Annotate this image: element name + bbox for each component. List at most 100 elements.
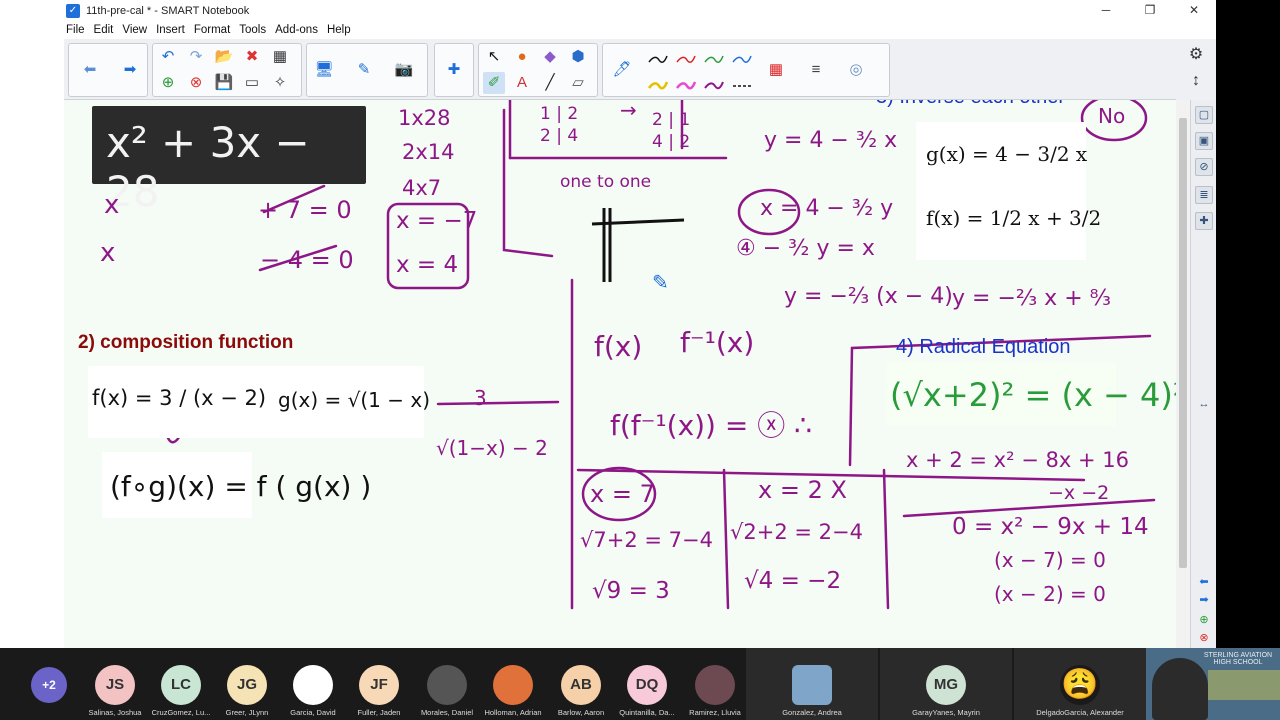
whiteboard-canvas[interactable]: x² + 3x − 28 1x28 2x14 4x7 x x + 7 = 0 −… — [64, 100, 1176, 648]
add-ons-tab-icon[interactable]: ✚ — [1195, 212, 1213, 230]
inverse-step-5: y = −²⁄₃ x + ⁸⁄₃ — [952, 286, 1111, 311]
table-icon[interactable]: ▦ — [269, 46, 291, 68]
next-page-icon[interactable]: ➡ — [1195, 592, 1213, 610]
pen-style-red[interactable] — [675, 48, 697, 70]
page-sorter-icon[interactable]: ▢ — [1195, 106, 1213, 124]
undo-icon[interactable]: ↶ — [157, 46, 179, 68]
menu-edit[interactable]: Edit — [94, 24, 114, 36]
fill-icon[interactable]: ● — [511, 46, 533, 68]
participant-avatar: LC — [161, 665, 201, 705]
equation-image[interactable]: x² + 3x − 28 — [92, 106, 366, 216]
gear-icon[interactable]: ⚙ — [1184, 44, 1208, 66]
pen-style-black[interactable] — [647, 48, 669, 70]
open-icon[interactable]: 📂 — [213, 46, 235, 68]
close-button[interactable]: ✕ — [1172, 0, 1216, 21]
pen-style-blue[interactable] — [731, 48, 753, 70]
solution-2: x = 4 — [396, 252, 459, 278]
text-icon[interactable]: A — [511, 72, 533, 94]
pen-style-dashed[interactable] — [731, 74, 753, 96]
attachments-icon[interactable]: ⊘ — [1195, 158, 1213, 176]
presenter-silhouette — [1152, 658, 1208, 720]
fraction-denominator: √(1−x) − 2 — [436, 436, 548, 460]
participant-avatar — [427, 665, 467, 705]
no-circle: No — [1098, 104, 1126, 128]
add-ons-icon[interactable]: ✚ — [443, 59, 465, 81]
participant-tile[interactable]: Garcia, David — [278, 648, 344, 720]
pen-style-yellow[interactable] — [647, 74, 669, 96]
resize-icon[interactable]: ↔ — [1195, 396, 1213, 414]
participant-tile[interactable]: LC CruzGomez, Lu... — [146, 648, 212, 720]
minimize-button[interactable]: ─ — [1084, 0, 1128, 21]
pen-style-purple[interactable] — [703, 74, 725, 96]
participant-name: DelgadoGarcia, Alexander — [1036, 708, 1124, 717]
save-icon[interactable]: 💾 — [213, 72, 235, 94]
participant-tile[interactable]: Morales, Daniel — [412, 648, 478, 720]
fog-expression: (f∘g)(x) = f ( g(x) ) — [110, 470, 372, 503]
participant-avatar — [293, 665, 333, 705]
delete-page-icon[interactable]: ⊗ — [185, 72, 207, 94]
delete-page-side-icon[interactable]: ⊗ — [1195, 630, 1213, 648]
participant-overflow[interactable]: +2 — [14, 648, 80, 720]
side-tabs: ▢ ▣ ⊘ ≣ ✚ ↔ ⬅ ➡ ⊕ ⊗ — [1190, 100, 1216, 648]
color-icon[interactable]: ▦ — [765, 59, 787, 81]
toolbar-move-icon[interactable]: ↕ — [1184, 70, 1208, 92]
select-group: ↖ ● ◆ ⬢ ✐ A ╱ ▱ — [478, 43, 598, 97]
properties-icon[interactable]: ≡ — [805, 59, 827, 81]
menu-help[interactable]: Help — [327, 24, 351, 36]
menu-file[interactable]: File — [66, 24, 85, 36]
participant-tile[interactable]: Holloman, Adrian — [478, 648, 544, 720]
magic-eraser-icon[interactable]: ▱ — [567, 72, 589, 94]
vertical-scrollbar[interactable] — [1176, 100, 1190, 648]
delete-icon[interactable]: ✖ — [241, 46, 263, 68]
select-icon[interactable]: ↖ — [483, 46, 505, 68]
redo-icon[interactable]: ↷ — [185, 46, 207, 68]
camera-icon[interactable]: 📷 — [393, 59, 415, 81]
pen-icon[interactable]: 🖊 — [611, 59, 633, 81]
screen-shade-icon[interactable]: ▭ — [241, 72, 263, 94]
add-page-side-icon[interactable]: ⊕ — [1195, 612, 1213, 630]
fullscreen-icon[interactable]: ◎ — [845, 59, 867, 81]
participant-tile[interactable]: AB Barlow, Aaron — [546, 648, 612, 720]
participant-tile[interactable]: Ramirez, Lluvia — [680, 648, 746, 720]
participant-tile[interactable]: MG GarayYanes, Mayrin — [880, 648, 1012, 720]
factor-x-2: x — [100, 238, 116, 268]
back-arrow-icon[interactable]: ⬅ — [79, 59, 101, 81]
pen-style-green[interactable] — [703, 48, 725, 70]
check-left-value: x = 7 — [590, 480, 655, 508]
participant-tile[interactable]: Gonzalez, Andrea — [746, 648, 878, 720]
participant-name: Gonzalez, Andrea — [782, 708, 842, 717]
menu-tools[interactable]: Tools — [239, 24, 266, 36]
menu-add-ons[interactable]: Add-ons — [275, 24, 318, 36]
line-icon[interactable]: ╱ — [539, 72, 561, 94]
factor-minus4: − 4 = 0 — [260, 246, 354, 274]
fx-label: f(x) — [594, 330, 643, 363]
scrollbar-thumb[interactable] — [1179, 118, 1187, 568]
eraser-icon[interactable]: ◆ — [539, 46, 561, 68]
participant-tile[interactable]: JG Greer, JLynn — [212, 648, 278, 720]
pens-icon[interactable]: ✐ — [483, 72, 505, 94]
participant-tile[interactable]: JS Salinas, Joshua — [80, 648, 146, 720]
prev-page-icon[interactable]: ⬅ — [1195, 574, 1213, 592]
factor-pair-3: 4x7 — [402, 176, 442, 200]
add-page-icon[interactable]: ⊕ — [157, 72, 179, 94]
menu-format[interactable]: Format — [194, 24, 230, 36]
participant-tile[interactable]: 😩 DelgadoGarcia, Alexander — [1014, 648, 1146, 720]
shapes-icon[interactable]: ⬢ — [567, 46, 589, 68]
magic-pen-icon[interactable]: ✧ — [269, 72, 291, 94]
document-camera-icon[interactable]: 🖥 — [313, 59, 335, 81]
title-bar: ✓ 11th-pre-cal * - SMART Notebook ─ ❐ ✕ — [0, 0, 1216, 21]
menu-view[interactable]: View — [122, 24, 147, 36]
f-composition: f(x) = 3 / (x − 2) — [92, 386, 267, 410]
participant-tile[interactable]: DQ Quintanilla, Da... — [612, 648, 678, 720]
pen-cursor-icon: ✎ — [652, 272, 669, 294]
pen-style-pink[interactable] — [675, 74, 697, 96]
forward-arrow-icon[interactable]: ➡ — [119, 59, 141, 81]
solution-1: x = −7 — [396, 208, 478, 234]
participant-tile[interactable]: JF Fuller, Jaden — [344, 648, 410, 720]
menu-insert[interactable]: Insert — [156, 24, 185, 36]
properties-tab-icon[interactable]: ≣ — [1195, 186, 1213, 204]
maximize-button[interactable]: ❐ — [1128, 0, 1172, 21]
gallery-icon[interactable]: ▣ — [1195, 132, 1213, 150]
clear-ink-icon[interactable]: ✎ — [353, 59, 375, 81]
radical-step-5: (x − 7) = 0 — [994, 548, 1106, 572]
